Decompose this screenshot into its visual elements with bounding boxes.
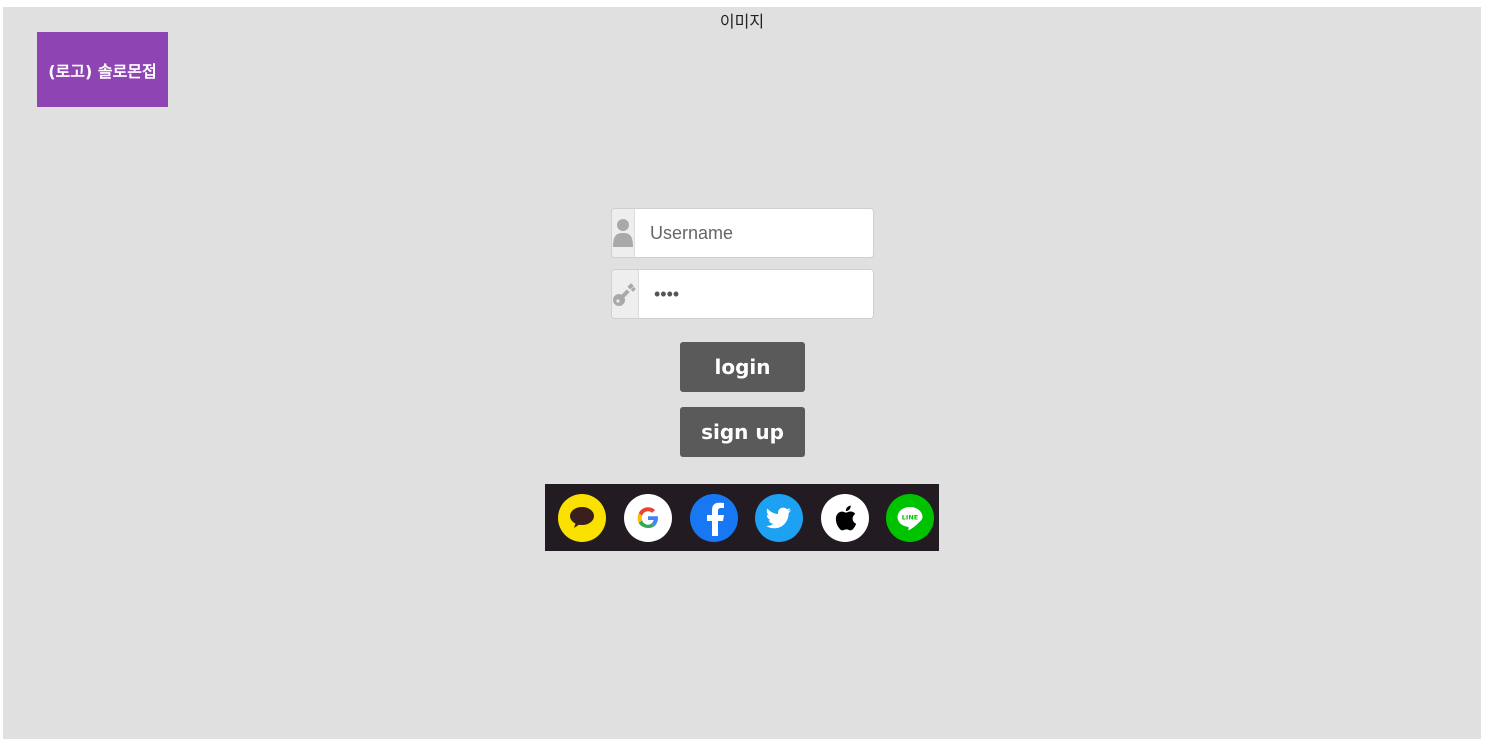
user-icon	[612, 209, 635, 257]
key-icon	[612, 270, 639, 318]
line-icon[interactable]: LINE	[886, 494, 934, 542]
image-label: 이미지	[719, 12, 765, 31]
username-field[interactable]	[611, 208, 874, 258]
signup-button[interactable]: sign up	[680, 407, 805, 457]
facebook-icon[interactable]	[690, 494, 738, 542]
kakao-icon[interactable]	[558, 494, 606, 542]
social-login-bar: LINE	[545, 484, 939, 551]
login-page: 이미지 (로고) 솔로몬접 login sign up	[3, 7, 1481, 739]
logo-text: (로고) 솔로몬접	[48, 61, 157, 81]
password-field[interactable]	[611, 269, 874, 319]
google-icon[interactable]	[624, 494, 672, 542]
apple-icon[interactable]	[821, 494, 869, 542]
password-input[interactable]	[639, 270, 873, 318]
login-button[interactable]: login	[680, 342, 805, 392]
twitter-icon[interactable]	[755, 494, 803, 542]
svg-text:LINE: LINE	[902, 514, 918, 522]
logo[interactable]: (로고) 솔로몬접	[37, 32, 168, 107]
username-input[interactable]	[635, 209, 873, 257]
